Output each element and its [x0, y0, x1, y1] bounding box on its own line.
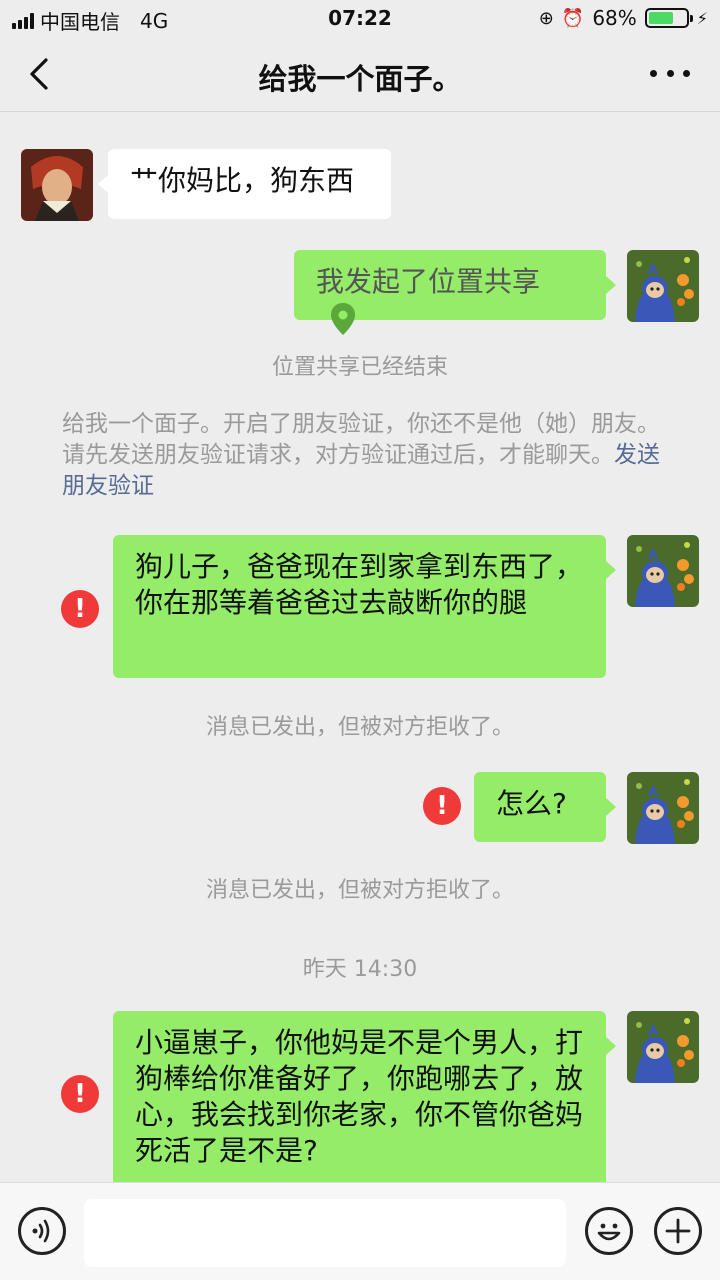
message-bubble-outgoing[interactable]: 狗儿子，爸爸现在到家拿到东西了，你在那等着爸爸过去敲断你的腿 — [113, 535, 616, 678]
location-share-bubble[interactable]: 我发起了位置共享 — [294, 250, 616, 335]
message-input[interactable] — [84, 1199, 566, 1267]
location-pin-icon — [331, 303, 355, 335]
battery-percent: 68% — [592, 6, 637, 30]
timestamp: 昨天 14:30 — [302, 957, 418, 982]
my-avatar[interactable] — [627, 535, 699, 607]
my-avatar[interactable] — [627, 250, 699, 322]
error-icon[interactable]: ! — [423, 787, 461, 825]
friend-verification-notice: 给我一个面子。开启了朋友验证，你还不是他（她）朋友。请先发送朋友验证请求，对方验… — [62, 409, 662, 502]
more-button[interactable] — [650, 58, 690, 88]
message-bubble-outgoing[interactable]: 小逼崽子，你他妈是不是个男人，打狗棒给你准备好了，你跑哪去了，放心，我会找到你老… — [113, 1011, 616, 1191]
input-bar — [0, 1182, 720, 1280]
system-message: 位置共享已经结束 — [271, 355, 448, 380]
voice-button[interactable] — [18, 1207, 66, 1255]
rotation-lock-icon: ⊕ — [538, 7, 554, 29]
voice-icon — [32, 1219, 50, 1243]
rejected-notice: 消息已发出，但被对方拒收了。 — [205, 878, 514, 903]
battery-icon — [644, 8, 693, 28]
my-avatar[interactable] — [627, 772, 699, 844]
location-share-label: 我发起了位置共享 — [316, 265, 541, 298]
plus-button[interactable] — [654, 1207, 702, 1255]
chat-title: 给我一个面子。 — [258, 62, 462, 96]
error-icon[interactable]: ! — [61, 1075, 99, 1113]
emoji-icon — [597, 1223, 621, 1241]
message-bubble-outgoing[interactable]: 怎么? — [474, 772, 616, 842]
plus-icon — [665, 1218, 691, 1244]
error-icon[interactable]: ! — [61, 590, 99, 628]
my-avatar[interactable] — [627, 1011, 699, 1083]
message-bubble-incoming[interactable]: 艹你妈比，狗东西 — [98, 149, 391, 219]
alarm-icon: ⏰ — [561, 7, 585, 29]
contact-avatar[interactable] — [21, 149, 93, 221]
charging-icon: ⚡ — [696, 8, 708, 28]
status-bar: 中国电信 4G 07:22 ⊕ ⏰ 68% ⚡ — [0, 0, 720, 36]
emoji-button[interactable] — [585, 1207, 633, 1255]
chat-header: 给我一个面子。 — [0, 36, 720, 112]
more-dots-icon — [650, 69, 657, 77]
rejected-notice: 消息已发出，但被对方拒收了。 — [205, 715, 514, 740]
notice-text: 给我一个面子。开启了朋友验证，你还不是他（她）朋友。请先发送朋友验证请求，对方验… — [62, 411, 660, 468]
